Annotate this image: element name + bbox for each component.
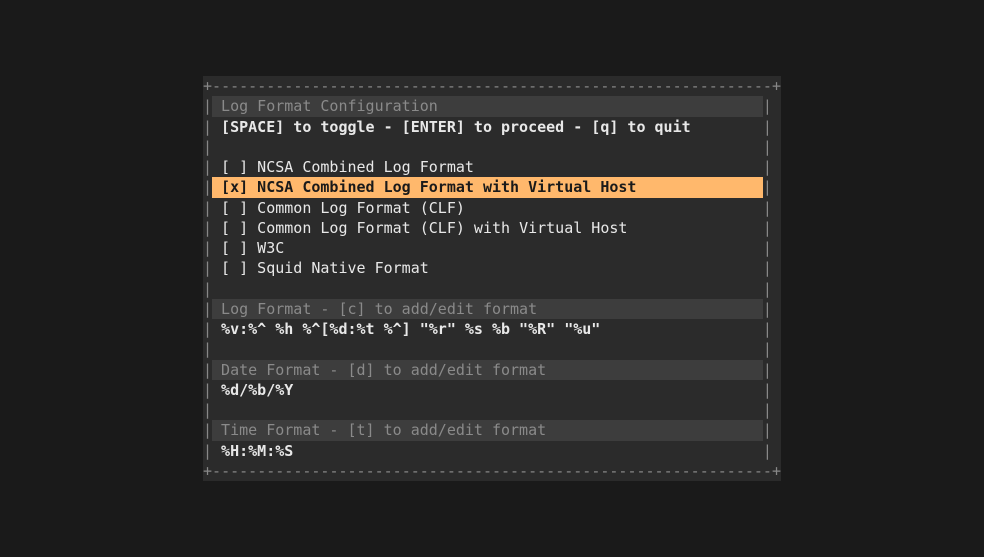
- border-bottom: +---------------------------------------…: [203, 461, 781, 481]
- dateformat-header: Date Format - [d] to add/edit format: [221, 360, 763, 380]
- option-w3c[interactable]: [ ] W3C: [221, 238, 763, 258]
- option-ncsa-combined[interactable]: [ ] NCSA Combined Log Format: [221, 157, 763, 177]
- option-squid[interactable]: [ ] Squid Native Format: [221, 258, 763, 278]
- instruction-text: [SPACE] to toggle - [ENTER] to proceed -…: [221, 117, 763, 137]
- option-ncsa-combined-vhost[interactable]: [x] NCSA Combined Log Format with Virtua…: [221, 177, 763, 197]
- dateformat-value[interactable]: %d/%b/%Y: [221, 380, 763, 400]
- log-format-dialog: +---------------------------------------…: [203, 76, 781, 481]
- logformat-value[interactable]: %v:%^ %h %^[%d:%t %^] "%r" %s %b "%R" "%…: [221, 319, 763, 339]
- border-top: +---------------------------------------…: [203, 76, 781, 96]
- logformat-header: Log Format - [c] to add/edit format: [221, 299, 763, 319]
- config-header: Log Format Configuration: [221, 96, 763, 116]
- timeformat-header: Time Format - [t] to add/edit format: [221, 420, 763, 440]
- option-clf[interactable]: [ ] Common Log Format (CLF): [221, 198, 763, 218]
- option-clf-vhost[interactable]: [ ] Common Log Format (CLF) with Virtual…: [221, 218, 763, 238]
- timeformat-value[interactable]: %H:%M:%S: [221, 441, 763, 461]
